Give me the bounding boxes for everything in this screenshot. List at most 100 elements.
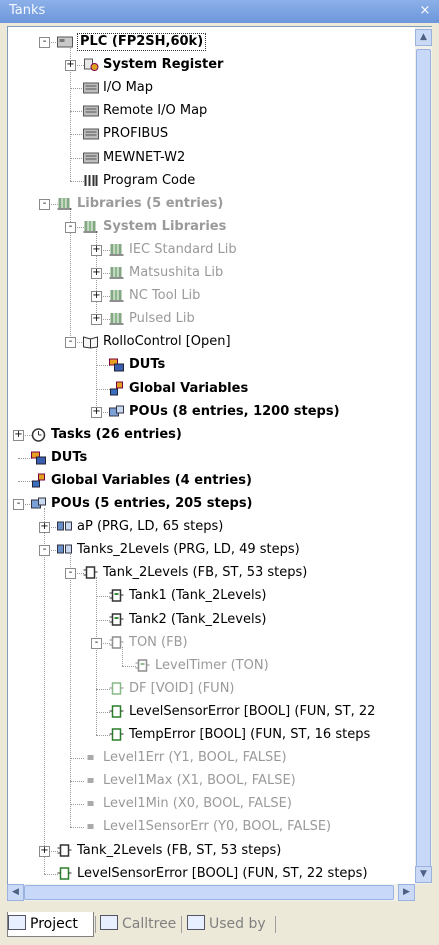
tree-item[interactable]: DF [VOID] (FUN) (8, 678, 416, 700)
collapse-icon[interactable]: - (65, 568, 76, 580)
tree-item[interactable]: Level1Max (X1, BOOL, FALSE) (8, 770, 416, 792)
tree-item-label: Global Variables (129, 380, 249, 396)
tree-item[interactable]: - Libraries (5 entries) (8, 193, 416, 215)
scroll-left-button[interactable]: ◀ (7, 884, 24, 901)
title-bar[interactable]: Tanks × (0, 0, 439, 23)
calltree-icon (100, 915, 118, 930)
tree-item[interactable]: DUTs (8, 354, 416, 376)
scroll-down-button[interactable]: ▼ (415, 866, 432, 883)
tree-item[interactable]: I/O Map (8, 77, 416, 99)
tree-item[interactable]: LevelSensorError [BOOL] (FUN, ST, 22 (8, 701, 416, 723)
tree-item[interactable]: Remote I/O Map (8, 100, 416, 122)
library-icon (109, 267, 124, 279)
tab-calltree-label: Calltree (122, 916, 177, 932)
tree-item[interactable]: - Tank_2Levels (FB, ST, 53 steps) (8, 562, 416, 584)
horizontal-scroll-thumb[interactable] (24, 885, 394, 900)
program-icon (57, 521, 72, 531)
tree-item[interactable]: + Matsushita Lib (8, 262, 416, 284)
tree-item-label: Level1SensorErr (Y0, BOOL, FALSE) (103, 819, 332, 835)
expand-icon[interactable]: + (91, 314, 102, 326)
collapse-icon[interactable]: - (39, 198, 50, 210)
tree-item[interactable]: PROFIBUS (8, 123, 416, 145)
tree-item[interactable]: Tank1 (Tank_2Levels) (8, 585, 416, 607)
tree-item[interactable]: - TON (FB) (8, 632, 416, 654)
tree-item[interactable]: Global Variables (8, 378, 416, 400)
tab-divider (181, 916, 182, 933)
tree-item-label: Matsushita Lib (129, 265, 224, 280)
tree-item[interactable]: LevelTimer (TON) (8, 655, 416, 677)
collapse-icon[interactable]: - (39, 37, 50, 48)
collapse-icon[interactable]: - (65, 221, 76, 233)
tree-item-label: TON (FB) (129, 634, 188, 650)
expand-icon[interactable]: + (91, 291, 102, 303)
tree-item-label: RolloControl [Open] (103, 334, 231, 350)
tree-item[interactable]: + Tasks (26 entries) (8, 424, 416, 446)
tree-item-label: NC Tool Lib (129, 288, 201, 304)
scroll-up-button[interactable]: ▲ (415, 29, 432, 46)
expand-icon[interactable]: + (39, 522, 50, 534)
tree-item[interactable]: - Tanks_2Levels (PRG, LD, 49 steps) (8, 539, 416, 561)
function-block-icon (57, 843, 72, 857)
collapse-icon[interactable]: - (65, 337, 76, 349)
tree-item[interactable]: - RolloControl [Open] (8, 331, 416, 353)
tree-item[interactable]: + Tank_2Levels (FB, ST, 53 steps) (8, 840, 416, 862)
function-icon (109, 705, 124, 718)
vertical-scrollbar[interactable]: ▲ ▼ (415, 26, 432, 886)
function-block-icon (109, 635, 124, 649)
scroll-right-button[interactable]: ▶ (398, 884, 415, 901)
expand-icon[interactable]: + (91, 244, 102, 256)
tree-item[interactable]: - PLC (FP2SH,60k) (8, 31, 416, 53)
collapse-icon[interactable]: - (91, 637, 102, 649)
tree-item[interactable]: MEWNET-W2 (8, 147, 416, 169)
variable-icon (87, 755, 94, 761)
used-by-icon (187, 915, 205, 930)
expand-icon[interactable]: + (65, 60, 76, 72)
expand-icon[interactable]: + (39, 845, 50, 857)
tree-item-label: Program Code (103, 172, 196, 188)
tree-item[interactable]: + IEC Standard Lib (8, 239, 416, 261)
program-icon (57, 544, 72, 554)
tree-item[interactable]: Program Code (8, 170, 416, 192)
window-title: Tanks (9, 3, 46, 18)
tree-item-label: aP (PRG, LD, 65 steps) (77, 519, 224, 535)
library-icon (83, 220, 98, 233)
expand-icon[interactable]: + (13, 429, 24, 441)
collapse-icon[interactable]: - (39, 545, 50, 557)
horizontal-scrollbar[interactable]: ◀ ▶ (7, 884, 415, 901)
tree-item-label: LevelSensorError [BOOL] (FUN, ST, 22 (129, 703, 376, 719)
project-tree[interactable]: - PLC (FP2SH,60k) + System Register I/O Map R… (7, 26, 417, 886)
program-code-icon (84, 174, 98, 186)
tree-item-label: Remote I/O Map (103, 103, 208, 119)
close-icon[interactable]: × (417, 3, 433, 19)
tree-item[interactable]: LevelSensorError [BOOL] (FUN, ST, 22 ste… (8, 863, 416, 885)
tree-item[interactable]: DUTs (8, 447, 416, 469)
pou-folder-icon (31, 497, 46, 509)
dut-icon (31, 451, 46, 465)
tree-item[interactable]: TempError [BOOL] (FUN, ST, 16 steps (8, 724, 416, 746)
tree-item[interactable]: Tank2 (Tank_2Levels) (8, 609, 416, 631)
tree-item-label: Libraries (5 entries) (77, 195, 224, 211)
tree-item[interactable]: Level1Err (Y1, BOOL, FALSE) (8, 747, 416, 769)
tree-item[interactable]: - System Libraries (8, 216, 416, 238)
tree-item[interactable]: Global Variables (4 entries) (8, 470, 416, 492)
tree-item-label: POUs (8 entries, 1200 steps) (129, 403, 340, 419)
tree-item[interactable]: - POUs (5 entries, 205 steps) (8, 493, 416, 515)
pou-folder-icon (109, 405, 124, 417)
expand-icon[interactable]: + (91, 406, 102, 418)
tree-item[interactable]: + aP (PRG, LD, 65 steps) (8, 516, 416, 538)
tab-calltree[interactable]: Calltree (100, 912, 176, 936)
tab-used-by-label: Used by (209, 916, 266, 932)
tree-item[interactable]: + NC Tool Lib (8, 285, 416, 307)
tree-item-label: System Register (103, 57, 224, 73)
tree-item[interactable]: + POUs (8 entries, 1200 steps) (8, 401, 416, 423)
tree-item[interactable]: + System Register (8, 54, 416, 76)
tab-project[interactable]: Project (7, 912, 94, 937)
vertical-scroll-thumb[interactable] (416, 49, 431, 869)
collapse-icon[interactable]: - (13, 499, 24, 510)
expand-icon[interactable]: + (91, 268, 102, 279)
variable-icon (87, 801, 94, 807)
tree-item[interactable]: Level1Min (X0, BOOL, FALSE) (8, 793, 416, 815)
tree-item[interactable]: Level1SensorErr (Y0, BOOL, FALSE) (8, 816, 416, 838)
tree-item[interactable]: + Pulsed Lib (8, 308, 416, 330)
tab-used-by[interactable]: Used by (187, 912, 266, 936)
